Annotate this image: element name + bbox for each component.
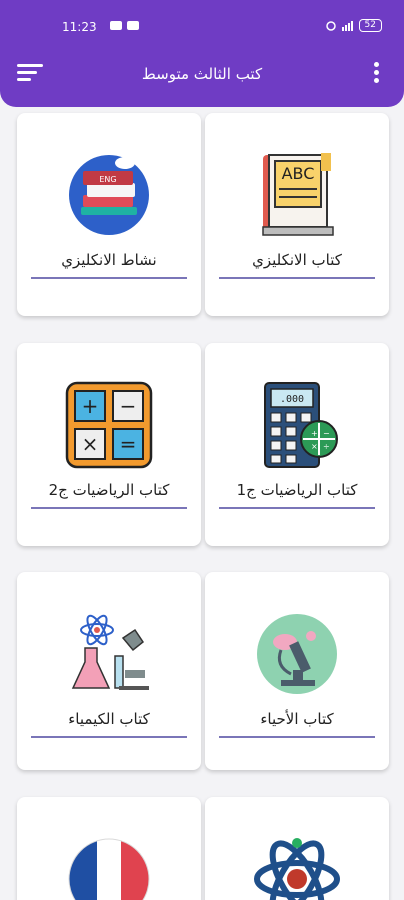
status-time: 11:23	[62, 20, 97, 34]
card-math-book-2[interactable]: + − × = كتاب الرياضيات ج2	[17, 343, 201, 546]
chemistry-flask-icon	[63, 608, 155, 700]
calculator-icon: .000 + − × ÷	[251, 379, 343, 471]
abc-book-icon: ABC	[251, 149, 343, 241]
card-english-activity[interactable]: ENG نشاط الانكليزي	[17, 113, 201, 316]
signal-icon	[341, 20, 353, 31]
card-label: كتاب الانكليزي	[252, 251, 342, 269]
youtube-icon	[127, 21, 139, 30]
physics-atom-icon	[251, 833, 343, 900]
battery-icon: 52	[358, 19, 382, 32]
card-english-book[interactable]: ABC كتاب الانكليزي	[205, 113, 389, 316]
svg-text:+: +	[82, 394, 99, 418]
notification-icons	[110, 21, 139, 30]
svg-text:×: ×	[82, 432, 99, 456]
svg-text:ABC: ABC	[282, 164, 315, 183]
card-underline	[219, 507, 375, 509]
svg-text:÷: ÷	[323, 442, 330, 451]
card-label: نشاط الانكليزي	[61, 251, 157, 269]
card-label: كتاب الرياضيات ج2	[48, 481, 170, 499]
card-physics-book[interactable]	[205, 797, 389, 900]
more-options-icon[interactable]	[374, 62, 380, 86]
card-underline	[219, 277, 375, 279]
card-label: كتاب الكيمياء	[68, 710, 150, 728]
svg-text:ENG: ENG	[99, 175, 116, 184]
math-symbols-icon: + − × =	[63, 379, 155, 471]
card-underline	[31, 736, 187, 738]
english-activity-icon: ENG	[63, 149, 155, 241]
card-label: كتاب الرياضيات ج1	[236, 481, 358, 499]
svg-text:−: −	[323, 429, 330, 438]
app-bar: 11:23 52 كتب الثالث متوسط	[0, 0, 404, 107]
card-biology-book[interactable]: كتاب الأحياء	[205, 572, 389, 770]
card-french-book[interactable]	[17, 797, 201, 900]
card-math-book-1[interactable]: .000 + − × ÷ كتاب الرياضيات ج1	[205, 343, 389, 546]
page-title: كتب الثالث متوسط	[141, 65, 263, 83]
svg-text:=: =	[120, 432, 137, 456]
alarm-icon	[325, 20, 336, 31]
france-flag-icon	[63, 833, 155, 900]
card-underline	[219, 736, 375, 738]
card-underline	[31, 507, 187, 509]
card-label: كتاب الأحياء	[260, 710, 334, 728]
svg-text:−: −	[120, 394, 137, 418]
svg-text:+: +	[311, 429, 318, 438]
card-chemistry-book[interactable]: كتاب الكيمياء	[17, 572, 201, 770]
svg-text:.000: .000	[280, 394, 304, 405]
svg-text:×: ×	[311, 442, 318, 451]
status-right: 52	[325, 19, 382, 32]
mail-icon	[110, 21, 122, 30]
biology-microscope-icon	[251, 608, 343, 700]
card-underline	[31, 277, 187, 279]
